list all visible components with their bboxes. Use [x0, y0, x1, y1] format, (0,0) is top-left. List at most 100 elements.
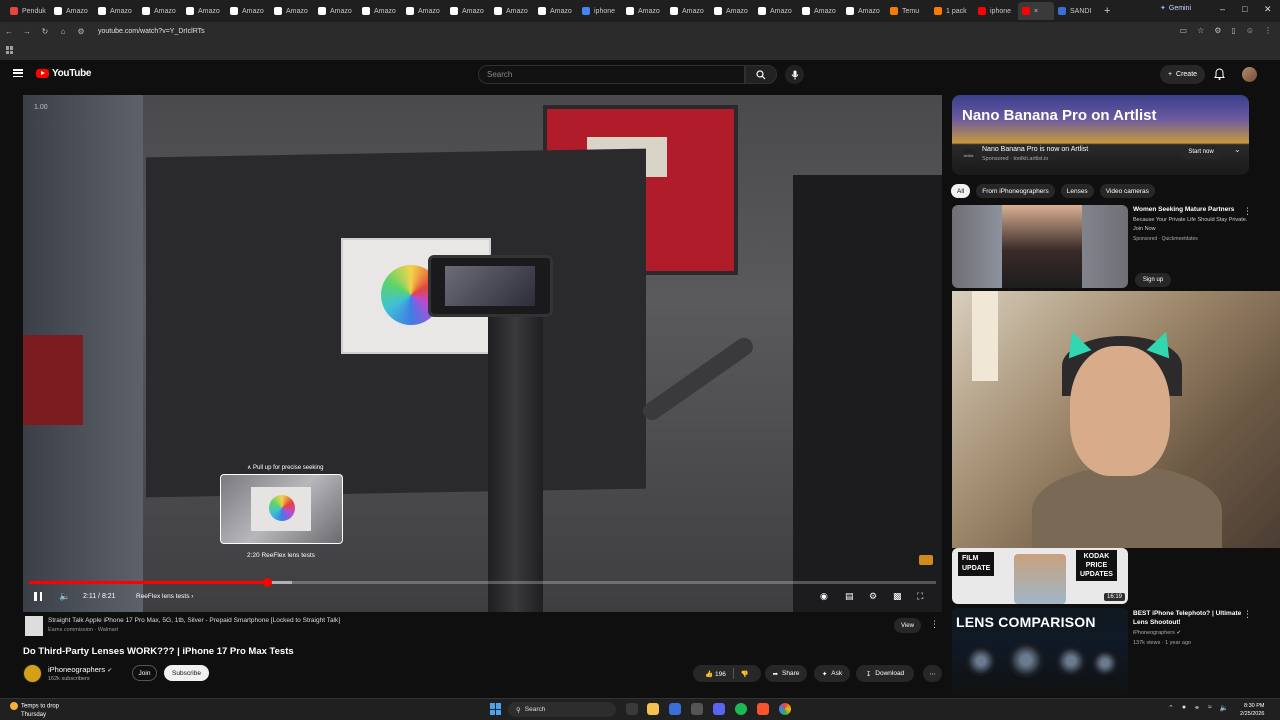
pause-icon[interactable]	[34, 592, 42, 601]
more-options-icon[interactable]: ⋮	[1243, 609, 1252, 620]
wifi-icon[interactable]: ≈	[1208, 704, 1212, 712]
browser-tab[interactable]: Amazo	[138, 2, 182, 20]
product-title[interactable]: Straight Talk Apple iPhone 17 Pro Max, 5…	[48, 617, 340, 624]
url-field[interactable]: youtube.com/watch?v=Y_DrIclRTs	[98, 28, 205, 35]
file-explorer-icon[interactable]	[647, 703, 659, 715]
brave-icon[interactable]	[757, 703, 769, 715]
ask-button[interactable]: ✦ Ask	[814, 665, 850, 682]
like-button[interactable]: 👍 196	[705, 670, 726, 678]
close-tab-icon[interactable]: ×	[1034, 8, 1038, 15]
recommended-video-title[interactable]: BEST iPhone Telephoto? | Ultimate Lens S…	[1133, 609, 1248, 627]
active-browser-tab[interactable]: ×	[1018, 2, 1054, 20]
autoplay-toggle-icon[interactable]: ◉	[820, 591, 828, 602]
hamburger-menu-icon[interactable]	[13, 69, 23, 77]
youtube-logo[interactable]: YouTube	[36, 68, 92, 79]
sponsored-banner[interactable]: Nano Banana Pro on Artlist Artlist Nano …	[952, 95, 1249, 175]
progress-bar[interactable]	[29, 578, 936, 587]
close-window-icon[interactable]: ✕	[1264, 4, 1272, 15]
mic-tray-icon[interactable]: ⚭	[1194, 704, 1200, 712]
browser-tab[interactable]: Amazo	[490, 2, 534, 20]
forward-icon[interactable]: →	[18, 27, 36, 36]
app-icon[interactable]	[691, 703, 703, 715]
back-icon[interactable]: ←	[0, 27, 18, 36]
chapter-title[interactable]: ReeFlex lens tests ›	[136, 593, 193, 600]
more-options-icon[interactable]: ⋮	[1243, 206, 1252, 217]
browser-tab[interactable]: Amazo	[666, 2, 710, 20]
store-icon[interactable]	[669, 703, 681, 715]
browser-tab[interactable]: Amazo	[402, 2, 446, 20]
restore-icon[interactable]: □	[1242, 4, 1247, 14]
weather-widget[interactable]: Temps to drop Thursday	[10, 702, 59, 719]
settings-gear-icon[interactable]: ⚙	[869, 591, 877, 602]
download-button[interactable]: ↧ Download	[856, 665, 914, 682]
share-button[interactable]: ➦ Share	[765, 665, 807, 682]
filter-chip[interactable]: Video cameras	[1099, 184, 1155, 198]
sidebar-ad-thumbnail[interactable]	[952, 205, 1128, 288]
home-icon[interactable]: ⌂	[54, 27, 72, 36]
filter-chip[interactable]: From iPhoneographers	[976, 184, 1055, 198]
profile-icon[interactable]: ☺	[1246, 26, 1254, 35]
scrubber-handle[interactable]	[262, 578, 272, 587]
create-button[interactable]: + Create	[1160, 65, 1205, 84]
browser-tab[interactable]: Amazo	[226, 2, 270, 20]
browser-tab[interactable]: Amazo	[94, 2, 138, 20]
browser-tab[interactable]: 1 pack	[930, 2, 974, 20]
channel-avatar[interactable]	[23, 664, 42, 683]
site-info-icon[interactable]: ⚙	[72, 27, 90, 36]
join-button[interactable]: Join	[132, 665, 157, 681]
chrome-icon[interactable]	[779, 703, 791, 715]
start-now-button[interactable]: Start now	[1181, 145, 1221, 159]
browser-tab[interactable]: Amazo	[534, 2, 578, 20]
spotify-icon[interactable]	[735, 703, 747, 715]
browser-tab[interactable]: iphone	[974, 2, 1018, 20]
sidepanel-icon[interactable]: ▯	[1231, 26, 1235, 35]
browser-tab[interactable]: Penduk	[6, 2, 50, 20]
browser-tab[interactable]: Amazo	[622, 2, 666, 20]
browser-tab[interactable]: Amazo	[270, 2, 314, 20]
taskbar-search[interactable]: ⚲ Search	[508, 702, 616, 717]
channel-watermark[interactable]	[919, 555, 933, 565]
browser-tab[interactable]: Amazo	[314, 2, 358, 20]
subtitles-icon[interactable]: ▤	[845, 591, 854, 602]
miniplayer-icon[interactable]: ▩	[893, 591, 902, 602]
search-input[interactable]: Search	[478, 65, 745, 84]
notifications-bell-icon[interactable]	[1214, 68, 1225, 80]
channel-name[interactable]: iPhoneographers ✔	[48, 665, 112, 674]
new-tab-icon[interactable]: +	[1104, 5, 1110, 17]
dislike-button[interactable]: 👎	[741, 670, 749, 678]
browser-tab[interactable]: SANDI	[1054, 2, 1098, 20]
recommended-video-thumbnail[interactable]: LENS COMPARISON	[952, 608, 1128, 696]
browser-tab[interactable]: Amazo	[710, 2, 754, 20]
discord-icon[interactable]	[713, 703, 725, 715]
gemini-button[interactable]: ✦ Gemini	[1160, 4, 1191, 13]
recommended-video-thumbnail[interactable]: FILM UPDATE KODAK PRICE UPDATES 16:19	[952, 548, 1128, 604]
cast-icon[interactable]: ▭	[1180, 26, 1188, 35]
search-button[interactable]	[745, 65, 777, 84]
product-thumbnail[interactable]	[25, 616, 43, 636]
tray-app-icon[interactable]: ●	[1182, 704, 1186, 712]
browser-tab[interactable]: Amazo	[798, 2, 842, 20]
voice-search-button[interactable]	[785, 65, 804, 84]
recommended-video-channel[interactable]: iPhoneographers ✔	[1133, 630, 1181, 636]
video-player[interactable]: 1.00 ∧ Pull up for precise seeking 2:20 …	[23, 95, 942, 612]
chevron-down-icon[interactable]: ⌄	[1234, 145, 1241, 154]
more-actions-button[interactable]: ⋯	[923, 665, 942, 682]
browser-tab[interactable]: Amazo	[50, 2, 94, 20]
task-view-icon[interactable]	[626, 703, 638, 715]
browser-tab[interactable]: Amazo	[182, 2, 226, 20]
browser-tab[interactable]: Amazo	[754, 2, 798, 20]
sign-up-button[interactable]: Sign up	[1135, 273, 1171, 287]
account-avatar[interactable]	[1242, 67, 1257, 82]
filter-chip[interactable]: All	[951, 184, 971, 198]
browser-tab[interactable]: iphone	[578, 2, 622, 20]
view-product-button[interactable]: View	[894, 618, 921, 633]
bookmark-star-icon[interactable]: ☆	[1197, 26, 1204, 35]
reload-icon[interactable]: ↻	[36, 27, 54, 36]
tray-chevron-icon[interactable]: ⌃	[1168, 704, 1174, 712]
subscribe-button[interactable]: Subscribe	[164, 665, 209, 681]
windows-start-icon[interactable]	[490, 703, 502, 715]
volume-tray-icon[interactable]: 🔈	[1220, 704, 1229, 712]
filter-chip[interactable]: Lenses	[1060, 184, 1094, 198]
volume-icon[interactable]: 🔈	[59, 591, 70, 602]
browser-tab[interactable]: Amazo	[358, 2, 402, 20]
